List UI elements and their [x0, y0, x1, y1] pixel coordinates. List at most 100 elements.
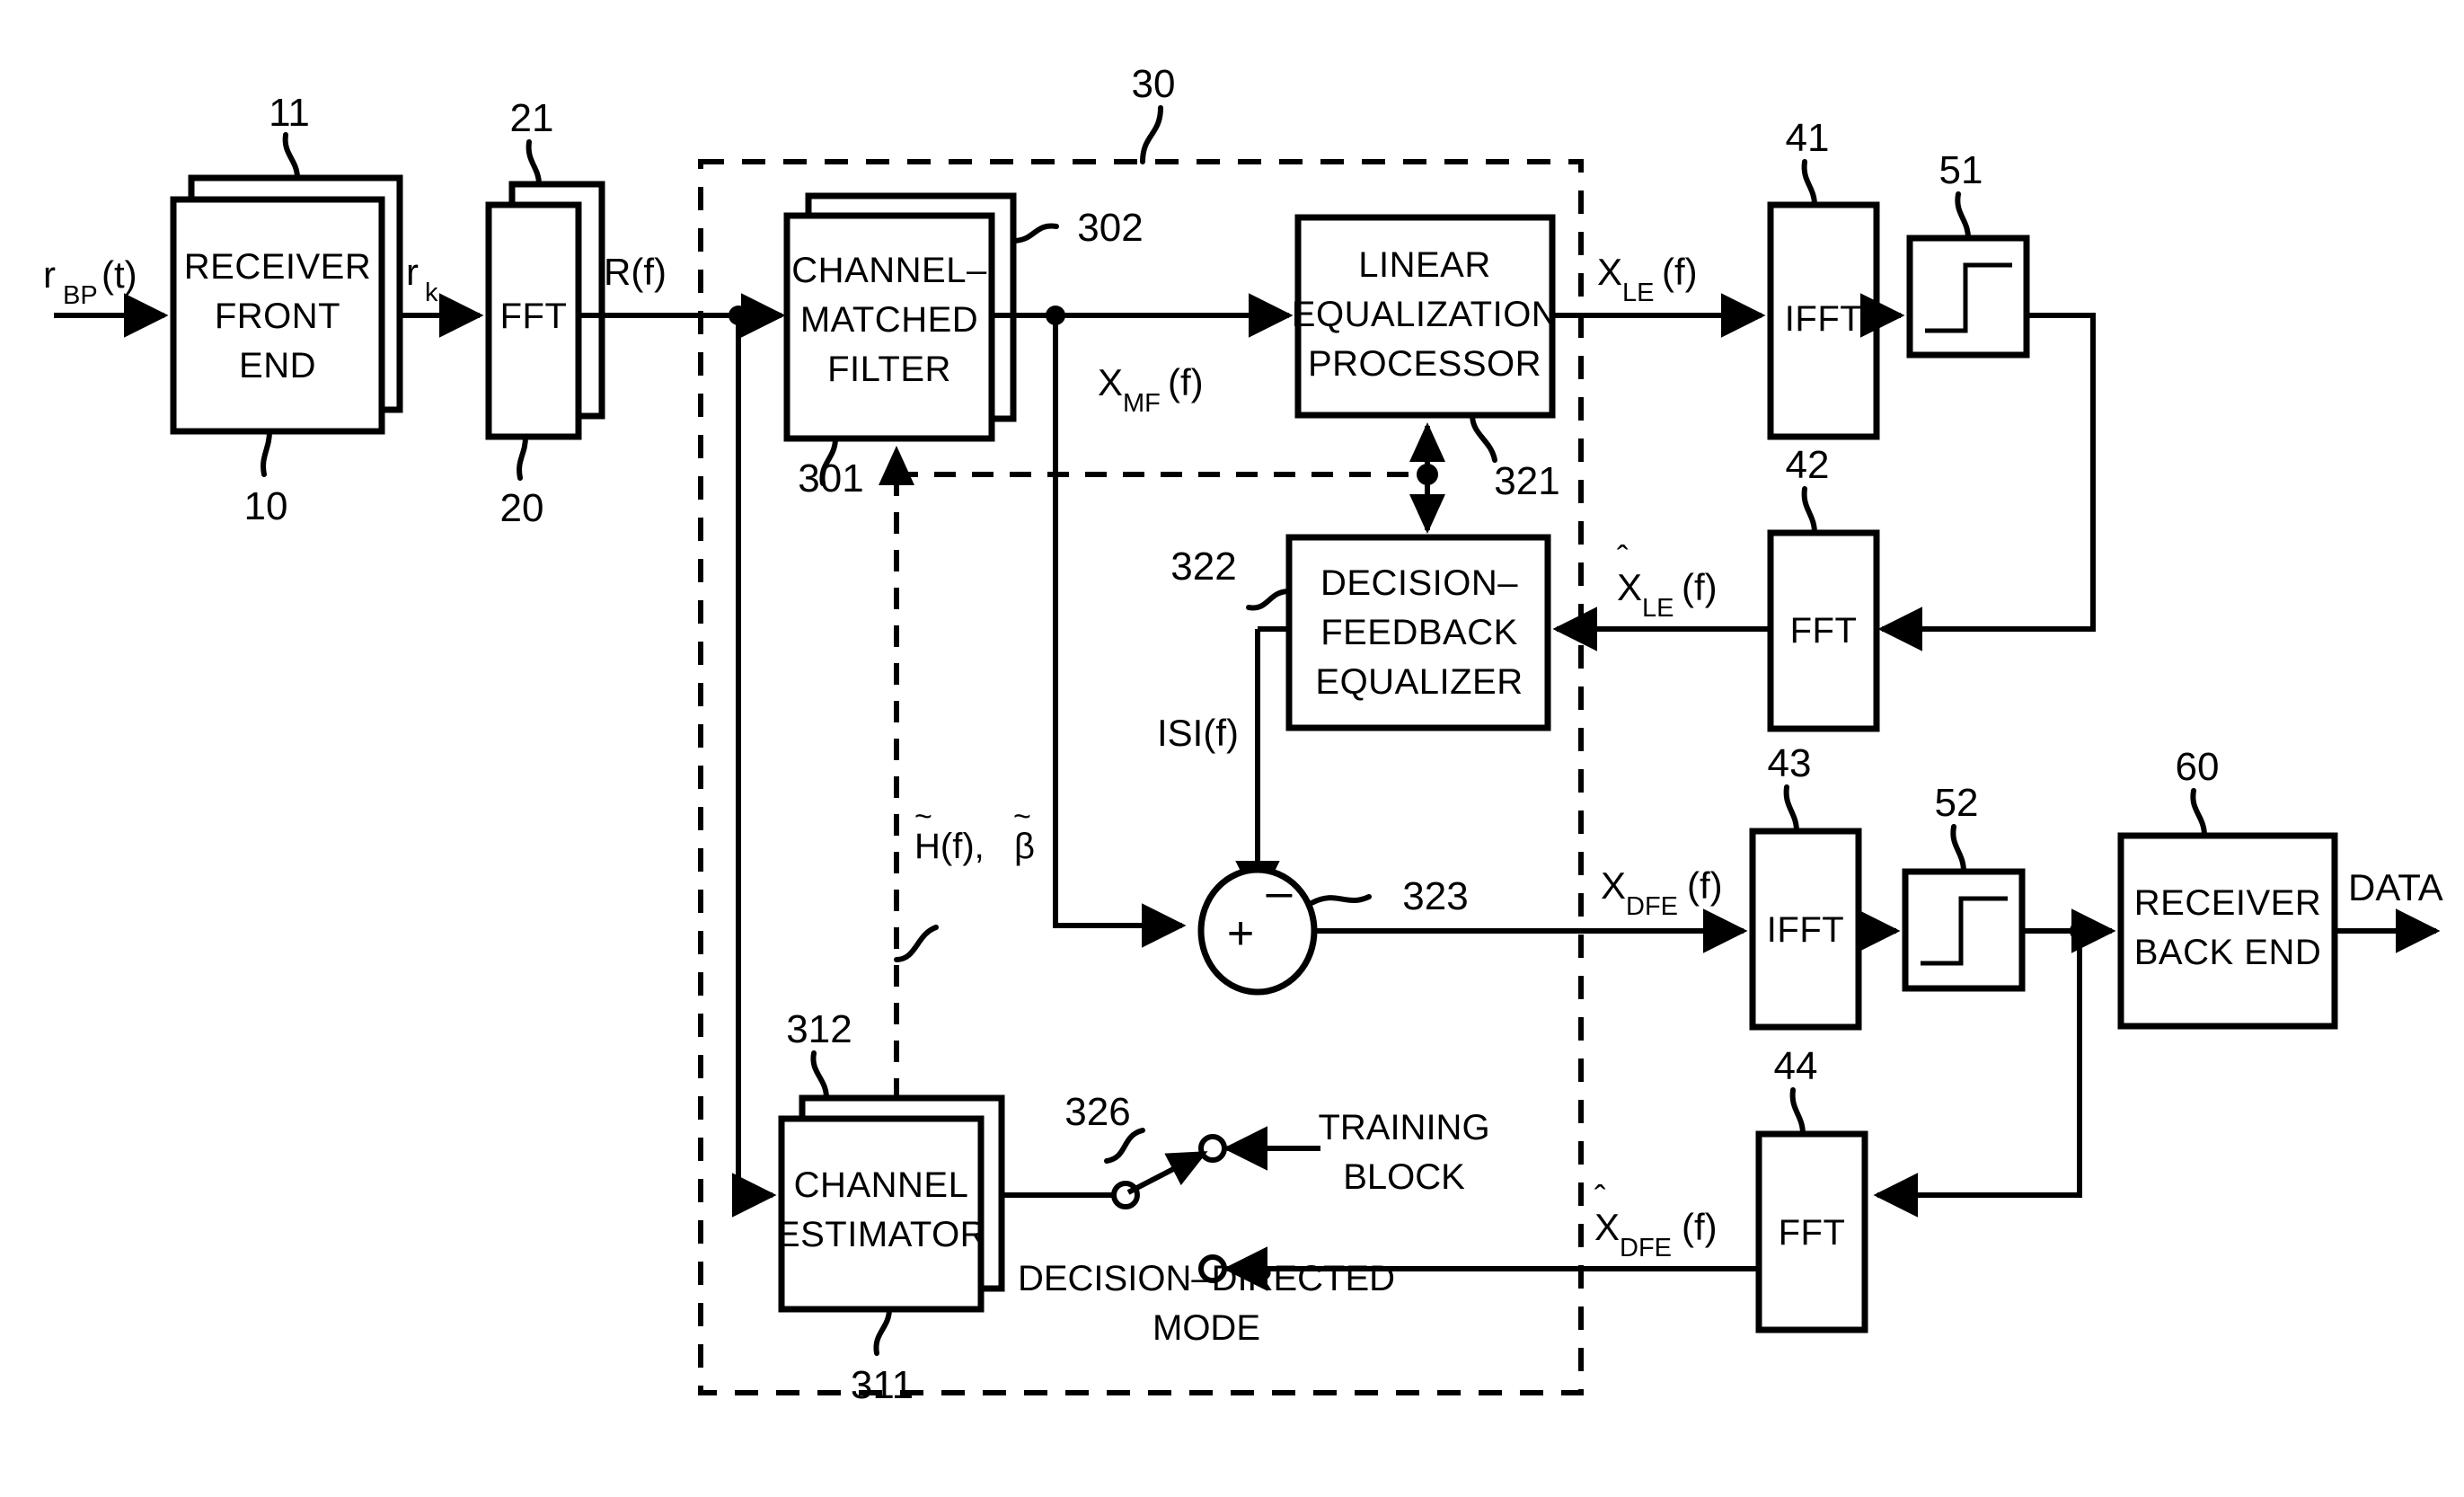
training-block-label-1: TRAINING	[1318, 1108, 1489, 1147]
svg-text:(f): (f)	[1168, 361, 1204, 403]
ref-lead-326	[1104, 1128, 1145, 1164]
svg-text:(f): (f)	[1662, 251, 1698, 293]
ref-lead-302	[1011, 223, 1059, 244]
svg-text:~: ~	[1013, 800, 1031, 834]
svg-text:ˆ: ˆ	[1594, 1180, 1606, 1218]
ref-num-60: 60	[2176, 745, 2220, 789]
figure-root: 30 RECEIVER FRONT END 11 10 r BP (t) FFT…	[0, 0, 2464, 1497]
ref-num-20: 20	[500, 486, 544, 530]
channel-matched-filter-label-2: MATCHED	[800, 300, 978, 340]
ref-num-302: 302	[1077, 206, 1143, 250]
svg-text:X: X	[1597, 251, 1622, 293]
summing-junction-plus: +	[1227, 908, 1254, 960]
signal-label-rbp: r BP (t)	[43, 253, 137, 310]
svg-text:~: ~	[914, 800, 932, 834]
svg-text:ˆ: ˆ	[1617, 540, 1629, 578]
ref-num-42: 42	[1786, 443, 1830, 487]
decision-device-51-block[interactable]	[1906, 235, 2030, 359]
decision-directed-label-2: MODE	[1153, 1308, 1260, 1348]
ref-num-21: 21	[510, 96, 554, 140]
ifft-43-label: IFFT	[1767, 910, 1844, 950]
summing-junction-323[interactable]	[1197, 866, 1318, 996]
ref-num-301: 301	[798, 456, 863, 500]
ref-lead-321	[1470, 412, 1497, 463]
ref-lead-42	[1801, 486, 1817, 536]
channel-estimator-label-1: CHANNEL	[794, 1165, 969, 1205]
ref-num-326: 326	[1064, 1090, 1130, 1134]
ref-num-321: 321	[1494, 459, 1559, 503]
switch-blade[interactable]	[1126, 1150, 1208, 1195]
fft-44-label: FFT	[1779, 1213, 1846, 1253]
ref-num-311: 311	[851, 1363, 914, 1407]
lep-label-2: EQUALIZATION	[1292, 295, 1558, 334]
signal-label-xdfe-hat: X ˆ DFE (f)	[1594, 1180, 1718, 1262]
ref-num-30: 30	[1132, 62, 1176, 106]
signal-label-xle: X LE (f)	[1597, 251, 1698, 307]
receiver-front-end-label-2: FRONT	[215, 297, 340, 336]
channel-estimator-label-2: ESTIMATOR	[776, 1215, 986, 1254]
fft-20-label: FFT	[500, 297, 568, 336]
channel-matched-filter-label-3: FILTER	[827, 350, 951, 389]
ref-num-312: 312	[786, 1007, 852, 1051]
fft-42-label: FFT	[1790, 611, 1858, 651]
rf-branch-to-channel-estimator	[732, 315, 777, 1218]
decision-directed-label-1: DECISION–DIRECTED	[1018, 1259, 1395, 1298]
ref-lead-51	[1955, 191, 1971, 241]
summing-junction-minus: –	[1267, 866, 1293, 918]
svg-text:DFE: DFE	[1626, 892, 1678, 921]
receiver-back-end-label-2: BACK END	[2134, 933, 2322, 972]
svg-text:(f): (f)	[1687, 864, 1723, 907]
switch-training-terminal[interactable]	[1198, 1134, 1227, 1163]
ref-lead-323	[1309, 894, 1372, 906]
channel-matched-filter-label-1: CHANNEL–	[791, 251, 987, 290]
ref-lead-60	[2190, 788, 2207, 838]
signal-label-data-out: DATA	[2348, 866, 2443, 908]
ref-lead-21	[525, 139, 542, 187]
svg-text:r: r	[406, 251, 419, 293]
lep-label-3: PROCESSOR	[1308, 344, 1541, 384]
receiver-front-end-label-1: RECEIVER	[184, 247, 372, 287]
svg-text:r: r	[43, 253, 56, 296]
svg-text:k: k	[425, 279, 438, 307]
ref-num-323: 323	[1402, 874, 1468, 918]
ref-lead-312	[810, 1050, 829, 1101]
signal-label-rk: r k	[406, 251, 438, 307]
ref-lead-52	[1950, 824, 1966, 874]
ref-lead-322	[1246, 589, 1292, 611]
svg-text:DFE: DFE	[1620, 1234, 1672, 1262]
ref-lead-311	[873, 1307, 892, 1356]
svg-text:LE: LE	[1622, 279, 1654, 307]
xmf-branch-to-summer	[1053, 315, 1187, 948]
signal-label-channel-params: H(f), β ~ ~	[914, 800, 1035, 866]
signal-label-rf: R(f)	[604, 251, 667, 293]
ref-num-43: 43	[1768, 741, 1812, 785]
decision51-feedback-path	[1877, 313, 2096, 651]
svg-text:LE: LE	[1642, 594, 1674, 623]
ref-lead-41	[1801, 159, 1817, 208]
receiver-back-end-block[interactable]	[2117, 832, 2338, 1030]
ref-num-11: 11	[269, 91, 310, 135]
ref-num-44: 44	[1774, 1044, 1818, 1088]
receiver-back-end-label-1: RECEIVER	[2134, 883, 2322, 923]
dfe-label-2: FEEDBACK	[1320, 613, 1518, 652]
ref-num-10: 10	[244, 484, 288, 528]
ref-num-52: 52	[1935, 781, 1979, 825]
decision-device-52-block[interactable]	[1902, 868, 2026, 992]
channel-estimator-block[interactable]	[778, 1115, 985, 1313]
ref-lead-11	[282, 132, 300, 181]
ref-num-51: 51	[1939, 148, 1983, 192]
ref-lead-10	[261, 429, 272, 477]
signal-label-xmf: X MF (f)	[1098, 361, 1204, 418]
ifft-41-label: IFFT	[1785, 299, 1862, 339]
svg-text:BP: BP	[63, 281, 98, 310]
ref-num-322: 322	[1170, 545, 1236, 589]
signal-label-xle-hat: X ˆ LE (f)	[1617, 540, 1718, 623]
dfe-label-1: DECISION–	[1320, 563, 1518, 603]
signal-label-isi: ISI(f)	[1157, 712, 1239, 754]
ref-lead-43	[1783, 784, 1799, 834]
svg-text:(t): (t)	[102, 253, 137, 296]
ref-lead-channel-params	[894, 925, 939, 962]
ref-num-41: 41	[1786, 116, 1830, 160]
svg-text:X: X	[1098, 361, 1123, 403]
svg-text:MF: MF	[1123, 389, 1161, 418]
